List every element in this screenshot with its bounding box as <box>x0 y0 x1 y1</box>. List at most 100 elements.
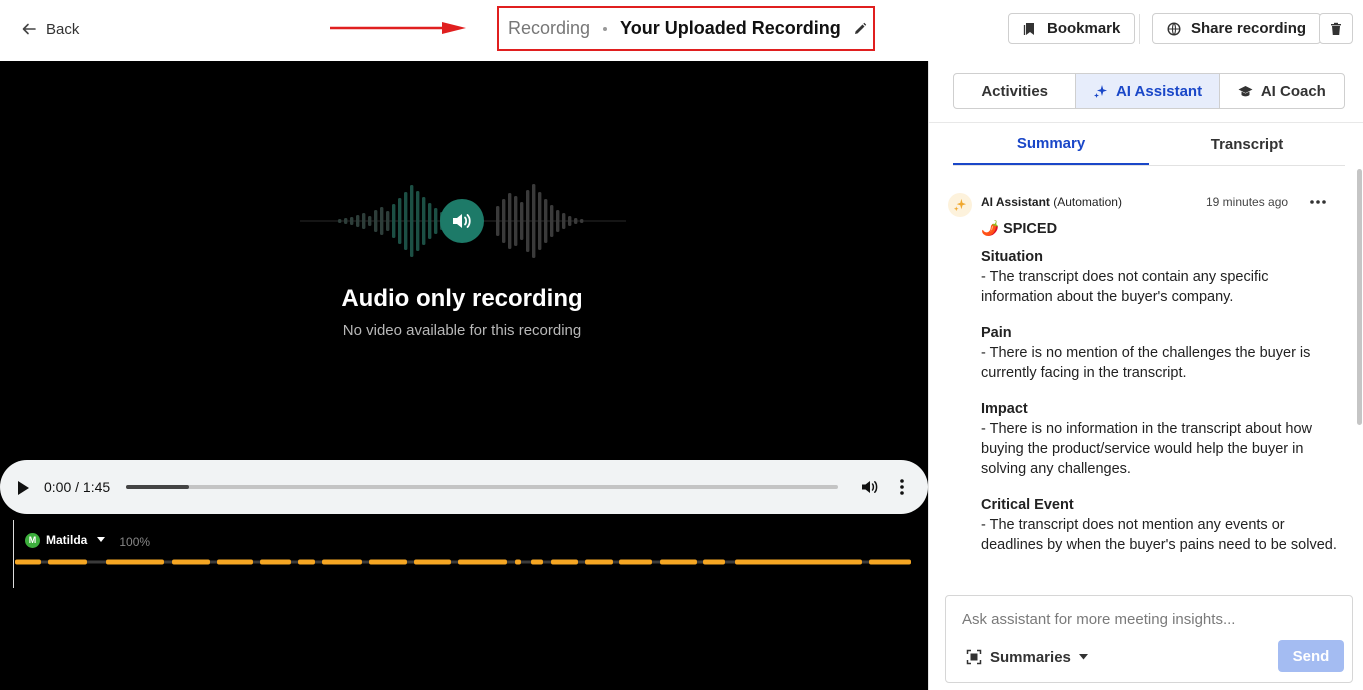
pencil-icon[interactable] <box>853 22 867 36</box>
framework-title: 🌶️ SPICED <box>981 219 1341 239</box>
speaker-name: Matilda <box>46 533 88 547</box>
section-heading: Pain <box>981 325 1012 341</box>
timeline-segment <box>531 559 543 565</box>
waveform-bar <box>574 218 578 224</box>
timeline-segment <box>260 559 291 565</box>
feed-scrollbar[interactable] <box>1357 169 1362 425</box>
audio-only-subtitle: No video available for this recording <box>342 322 582 339</box>
author-name: AI Assistant <box>981 195 1050 209</box>
separator-dot <box>603 26 608 31</box>
framework-label: SPICED <box>1003 221 1058 237</box>
timeline-segment <box>217 559 253 565</box>
globe-icon <box>1167 21 1181 36</box>
back-button[interactable]: Back <box>22 17 79 41</box>
more-options-icon[interactable] <box>1309 195 1327 209</box>
section-heading: Situation <box>981 249 1044 265</box>
audio-only-title: Audio only recording <box>341 285 583 312</box>
panel-mode-switch: Activities AI Assistant AI Coach <box>953 73 1345 109</box>
speaker-timeline[interactable] <box>15 558 911 566</box>
timeline-segment <box>414 559 451 565</box>
speaker-avatar: M <box>25 532 40 548</box>
waveform-bar <box>428 203 432 239</box>
waveform-bar <box>568 216 572 226</box>
side-panel: Activities AI Assistant AI Coach Summary… <box>928 61 1363 690</box>
player-options-icon[interactable] <box>896 478 908 496</box>
timeline-segment <box>15 559 41 565</box>
trash-icon <box>1331 22 1341 35</box>
top-bar: Back Recording Your Uploaded Recording B… <box>0 0 1363 61</box>
waveform-bar <box>356 215 360 227</box>
waveform-bar <box>556 210 560 232</box>
share-recording-button[interactable]: Share recording <box>1152 13 1322 44</box>
section-text: - The transcript does not mention any ev… <box>981 517 1337 553</box>
audio-speaker-badge <box>440 199 484 243</box>
assistant-input[interactable] <box>962 608 1342 630</box>
waveform-bar <box>580 219 584 223</box>
chili-pepper-icon: 🌶️ <box>981 221 1000 237</box>
graduation-cap-icon <box>1238 85 1253 96</box>
waveform-bar <box>526 190 530 252</box>
section-text: - The transcript does not contain any sp… <box>981 269 1269 305</box>
back-label: Back <box>46 20 80 38</box>
timeline-segment <box>106 559 164 565</box>
delete-button[interactable] <box>1319 13 1353 44</box>
waveform-bar <box>374 210 378 232</box>
waveform-bar <box>350 217 354 225</box>
timeline-segment <box>551 559 578 565</box>
recording-title-group: Recording Your Uploaded Recording <box>497 6 875 51</box>
timeline-segment <box>619 559 652 565</box>
summary-section: Impact - There is no information in the … <box>981 399 1341 479</box>
waveform-bar <box>508 193 512 249</box>
seek-bar[interactable] <box>126 485 838 489</box>
share-label: Share recording <box>1191 20 1307 37</box>
waveform-bar <box>550 205 554 237</box>
timeline-segment <box>703 559 725 565</box>
speaker-percent: 100% <box>119 534 151 549</box>
waveform-bar <box>416 191 420 251</box>
sparkle-icon <box>953 198 967 212</box>
waveform-bar <box>496 206 500 236</box>
waveform-bar <box>362 213 366 229</box>
waveform-bar <box>380 207 384 235</box>
playhead-line <box>13 520 14 588</box>
summaries-dropdown[interactable]: Summaries <box>966 646 1088 668</box>
waveform-bar <box>532 184 536 258</box>
tab-transcript[interactable]: Transcript <box>1149 123 1345 165</box>
play-icon[interactable] <box>16 480 30 496</box>
waveform-bar <box>434 208 438 234</box>
arrow-left-icon <box>22 23 36 35</box>
waveform-bar <box>562 213 566 229</box>
ai-assistant-avatar <box>948 193 972 217</box>
tab-activities[interactable]: Activities <box>954 74 1077 108</box>
section-text: - There is no mention of the challenges … <box>981 345 1311 381</box>
waveform-bar <box>502 199 506 243</box>
tab-ai-assistant[interactable]: AI Assistant <box>1076 74 1220 108</box>
tab-ai-coach[interactable]: AI Coach <box>1220 74 1344 108</box>
waveform-bar <box>404 192 408 250</box>
tab-ai-coach-label: AI Coach <box>1260 82 1326 100</box>
mute-icon[interactable] <box>861 478 879 496</box>
timeline-segment <box>298 559 315 565</box>
author-suffix: (Automation) <box>1053 195 1122 209</box>
summary-section: Situation - The transcript does not cont… <box>981 247 1341 307</box>
seek-bar-fill <box>126 485 189 489</box>
timeline-segment <box>585 559 613 565</box>
volume-icon <box>453 214 471 228</box>
timeline-segment <box>458 559 507 565</box>
tab-summary[interactable]: Summary <box>953 123 1149 165</box>
send-button[interactable]: Send <box>1278 640 1344 672</box>
breadcrumb[interactable]: Recording <box>508 18 590 39</box>
speaker-selector[interactable]: M Matilda 100% <box>25 532 151 549</box>
scan-icon <box>966 649 982 665</box>
section-heading: Critical Event <box>981 497 1074 513</box>
waveform-bar <box>392 204 396 238</box>
summary-content: 🌶️ SPICED Situation - The transcript doe… <box>981 219 1341 571</box>
assistant-composer: Summaries Send <box>945 595 1353 683</box>
caret-down-icon <box>97 537 106 542</box>
summaries-label: Summaries <box>990 648 1071 666</box>
bookmark-button[interactable]: Bookmark <box>1008 13 1136 44</box>
time-display: 0:00 / 1:45 <box>44 479 111 495</box>
toolbar-divider <box>1139 14 1140 44</box>
summary-section: Critical Event - The transcript does not… <box>981 495 1341 555</box>
waveform-bar <box>368 216 372 226</box>
